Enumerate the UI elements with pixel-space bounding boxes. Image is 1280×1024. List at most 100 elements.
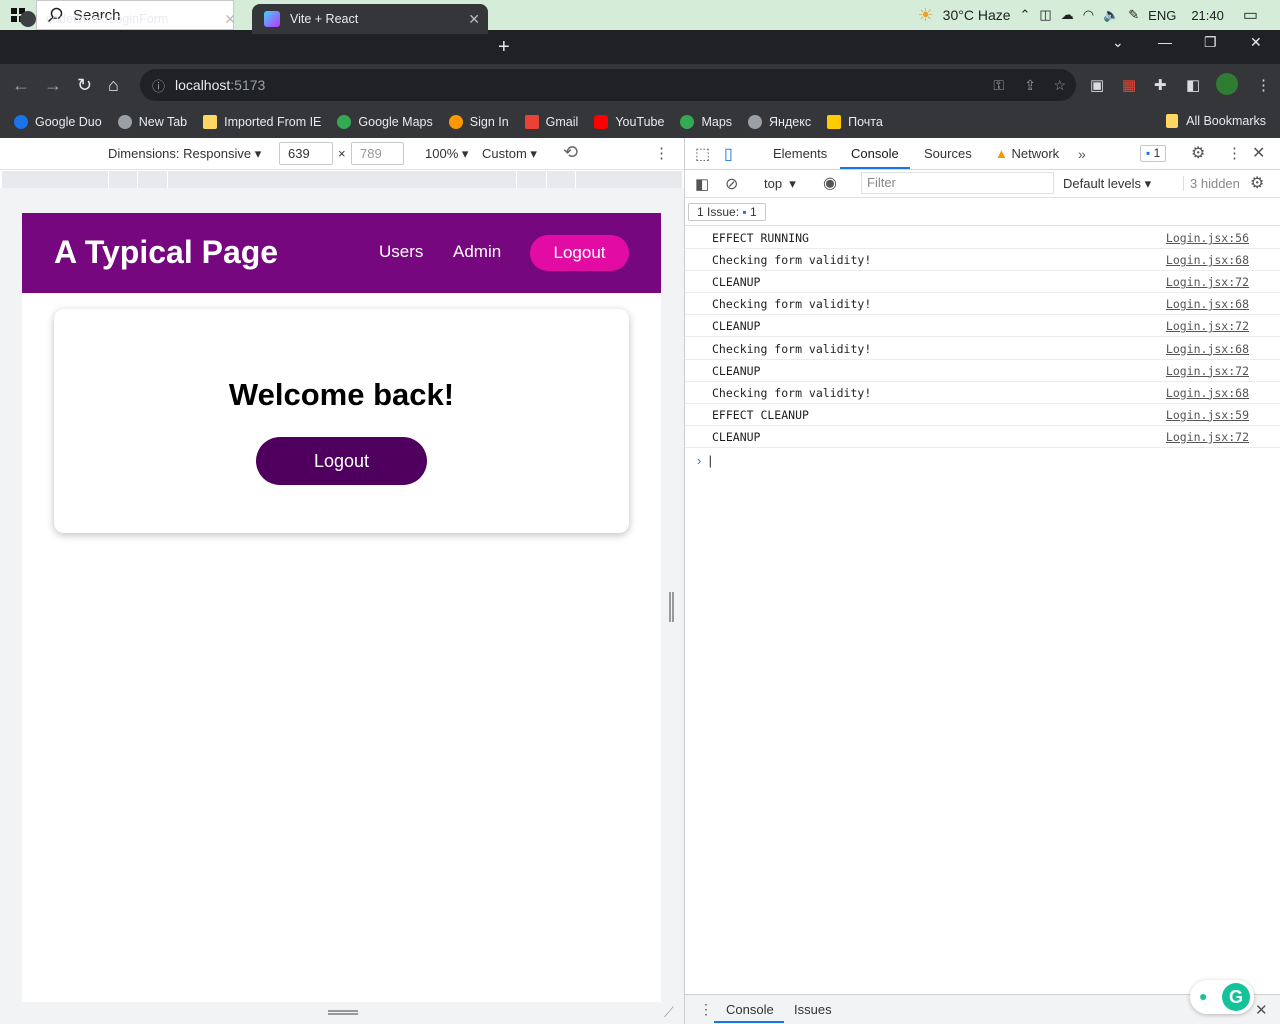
more-tabs-icon[interactable]: » — [1078, 146, 1086, 162]
rotate-icon[interactable]: ⟲ — [563, 142, 578, 163]
close-icon[interactable]: ✕ — [224, 11, 236, 28]
language-indicator[interactable]: ENG — [1148, 8, 1176, 23]
cloud-icon[interactable]: ☁ — [1061, 7, 1074, 23]
minimize-icon[interactable]: — — [1158, 34, 1172, 50]
new-tab-icon[interactable]: + — [498, 36, 510, 59]
address-bar[interactable]: ⓘ localhost:5173 ⚿ ⇪ ☆ — [140, 69, 1076, 101]
dimensions-select[interactable]: Dimensions: Responsive ▾ — [108, 146, 261, 162]
tab-console[interactable]: Console — [851, 146, 899, 161]
meet-icon[interactable]: ◫ — [1039, 7, 1051, 23]
site-info-icon[interactable]: ⓘ — [152, 76, 165, 95]
log-source-link[interactable]: Login.jsx:59 — [1166, 408, 1249, 422]
bookmark-maps[interactable]: Maps — [680, 115, 732, 129]
bookmark-new-tab[interactable]: New Tab — [117, 115, 187, 129]
log-source-link[interactable]: Login.jsx:72 — [1166, 364, 1249, 378]
bookmark-pochta[interactable]: Почта — [827, 115, 883, 129]
bookmark-gmail[interactable]: Gmail — [524, 115, 578, 129]
media-query-ruler[interactable] — [2, 171, 682, 188]
devtools-menu-icon[interactable]: ⋮ — [1227, 144, 1242, 162]
reload-icon[interactable]: ↻ — [77, 75, 92, 96]
bookmark-google-maps[interactable]: Google Maps — [337, 115, 433, 129]
extension-red-icon[interactable]: ▦ — [1122, 76, 1136, 94]
tab-network[interactable]: ▲ Network — [995, 146, 1059, 161]
log-source-link[interactable]: Login.jsx:72 — [1166, 430, 1249, 444]
bookmark-yandex[interactable]: Яндекс — [748, 115, 811, 129]
media-icon[interactable]: ▣ — [1090, 76, 1104, 94]
close-drawer-icon[interactable]: ✕ — [1255, 1001, 1268, 1019]
console-toolbar: ◧ ⊘ top ▾ ◉ Filter Default levels ▾ 3 hi… — [685, 170, 1280, 198]
more-options-icon[interactable]: ⋮ — [654, 144, 669, 162]
bookmark-sign-in[interactable]: Sign In — [448, 115, 509, 129]
console-prompt[interactable]: › | — [697, 453, 712, 468]
profile-avatar[interactable] — [1216, 73, 1238, 95]
bookmark-google-duo[interactable]: Google Duo — [14, 115, 102, 129]
menu-dots-icon[interactable]: ⋮ — [1256, 76, 1271, 94]
sign-in-icon — [448, 115, 463, 129]
share-icon[interactable]: ⇪ — [1024, 77, 1036, 94]
log-source-link[interactable]: Login.jsx:72 — [1166, 275, 1249, 289]
drawer-menu-icon[interactable]: ⋮ — [699, 1001, 713, 1018]
clear-console-icon[interactable]: ⊘ — [725, 174, 738, 194]
issues-chip[interactable]: 1 Issue: ▪ 1 — [688, 203, 766, 221]
tab-vite-react[interactable]: Vite + React ✕ — [252, 4, 488, 34]
live-expression-eye-icon[interactable]: ◉ — [823, 173, 837, 193]
all-bookmarks[interactable]: All Bookmarks — [1166, 114, 1266, 128]
volume-icon[interactable]: 🔈 — [1103, 7, 1119, 23]
log-source-link[interactable]: Login.jsx:68 — [1166, 386, 1249, 400]
issues-badge[interactable]: ▪ 1 — [1140, 145, 1167, 162]
grammarly-icon[interactable]: G — [1222, 983, 1250, 1011]
resize-handle-right[interactable] — [669, 592, 674, 622]
youtube-icon — [594, 115, 609, 129]
weather-text[interactable]: 30°C Haze — [943, 7, 1011, 23]
notification-icon[interactable]: ▭ — [1243, 5, 1258, 25]
clock[interactable]: 21:40 — [1191, 8, 1224, 23]
context-select[interactable]: top ▾ — [764, 176, 796, 192]
console-settings-icon[interactable]: ⚙ — [1250, 173, 1264, 193]
back-icon[interactable]: ← — [12, 75, 30, 96]
wifi-icon[interactable]: ◠ — [1083, 7, 1094, 23]
nav-users-link[interactable]: Users — [379, 242, 423, 262]
globe-icon — [117, 115, 132, 129]
log-source-link[interactable]: Login.jsx:68 — [1166, 297, 1249, 311]
window-close-icon[interactable]: ✕ — [1250, 34, 1262, 51]
zoom-select[interactable]: 100% ▾ — [425, 146, 468, 162]
devtools-tab-bar: ⬚ ▯ Elements Console Sources ▲ Network »… — [685, 138, 1280, 170]
log-source-link[interactable]: Login.jsx:56 — [1166, 231, 1249, 245]
restore-icon[interactable]: ❐ — [1204, 34, 1217, 51]
width-input[interactable]: 639 — [279, 142, 333, 165]
bookmark-youtube[interactable]: YouTube — [594, 115, 664, 129]
home-icon[interactable]: ⌂ — [108, 75, 119, 96]
drawer-tab-issues[interactable]: Issues — [794, 1002, 832, 1017]
side-panel-icon[interactable]: ◧ — [1186, 76, 1200, 94]
logout-button[interactable]: Logout — [256, 437, 427, 485]
log-levels-select[interactable]: Default levels ▾ — [1063, 176, 1151, 192]
tab-elements[interactable]: Elements — [773, 146, 827, 161]
device-toggle-icon[interactable]: ▯ — [724, 144, 733, 164]
tab-loginform[interactable]: cadetvivek/LoginForm ✕ — [8, 4, 244, 34]
log-source-link[interactable]: Login.jsx:68 — [1166, 342, 1249, 356]
height-input[interactable]: 789 — [351, 142, 404, 165]
resize-corner-icon[interactable]: ⟋ — [664, 1004, 674, 1021]
nav-logout-button[interactable]: Logout — [530, 235, 629, 271]
forward-icon[interactable]: → — [44, 75, 62, 96]
password-key-icon[interactable]: ⚿ — [993, 77, 1004, 94]
close-devtools-icon[interactable]: ✕ — [1252, 143, 1265, 163]
log-source-link[interactable]: Login.jsx:68 — [1166, 253, 1249, 267]
tab-sources[interactable]: Sources — [924, 146, 972, 161]
drawer-tab-console[interactable]: Console — [726, 1002, 774, 1017]
resize-handle-bottom[interactable] — [328, 1010, 358, 1015]
console-filter-input[interactable]: Filter — [861, 172, 1054, 194]
extensions-puzzle-icon[interactable]: ✚ — [1154, 76, 1167, 94]
bookmark-imported-from-ie[interactable]: Imported From IE — [203, 115, 321, 129]
close-icon[interactable]: ✕ — [468, 11, 480, 28]
bookmark-star-icon[interactable]: ☆ — [1053, 77, 1066, 94]
settings-gear-icon[interactable]: ⚙ — [1191, 143, 1205, 163]
throttle-select[interactable]: Custom ▾ — [482, 146, 537, 162]
sidebar-toggle-icon[interactable]: ◧ — [695, 175, 709, 193]
chevron-up-icon[interactable]: ⌃ — [1020, 7, 1031, 23]
inspect-element-icon[interactable]: ⬚ — [695, 144, 710, 164]
log-source-link[interactable]: Login.jsx:72 — [1166, 319, 1249, 333]
nav-admin-link[interactable]: Admin — [453, 242, 501, 262]
tab-search-icon[interactable]: ⌄ — [1112, 34, 1124, 51]
pen-icon[interactable]: ✎ — [1128, 7, 1139, 23]
